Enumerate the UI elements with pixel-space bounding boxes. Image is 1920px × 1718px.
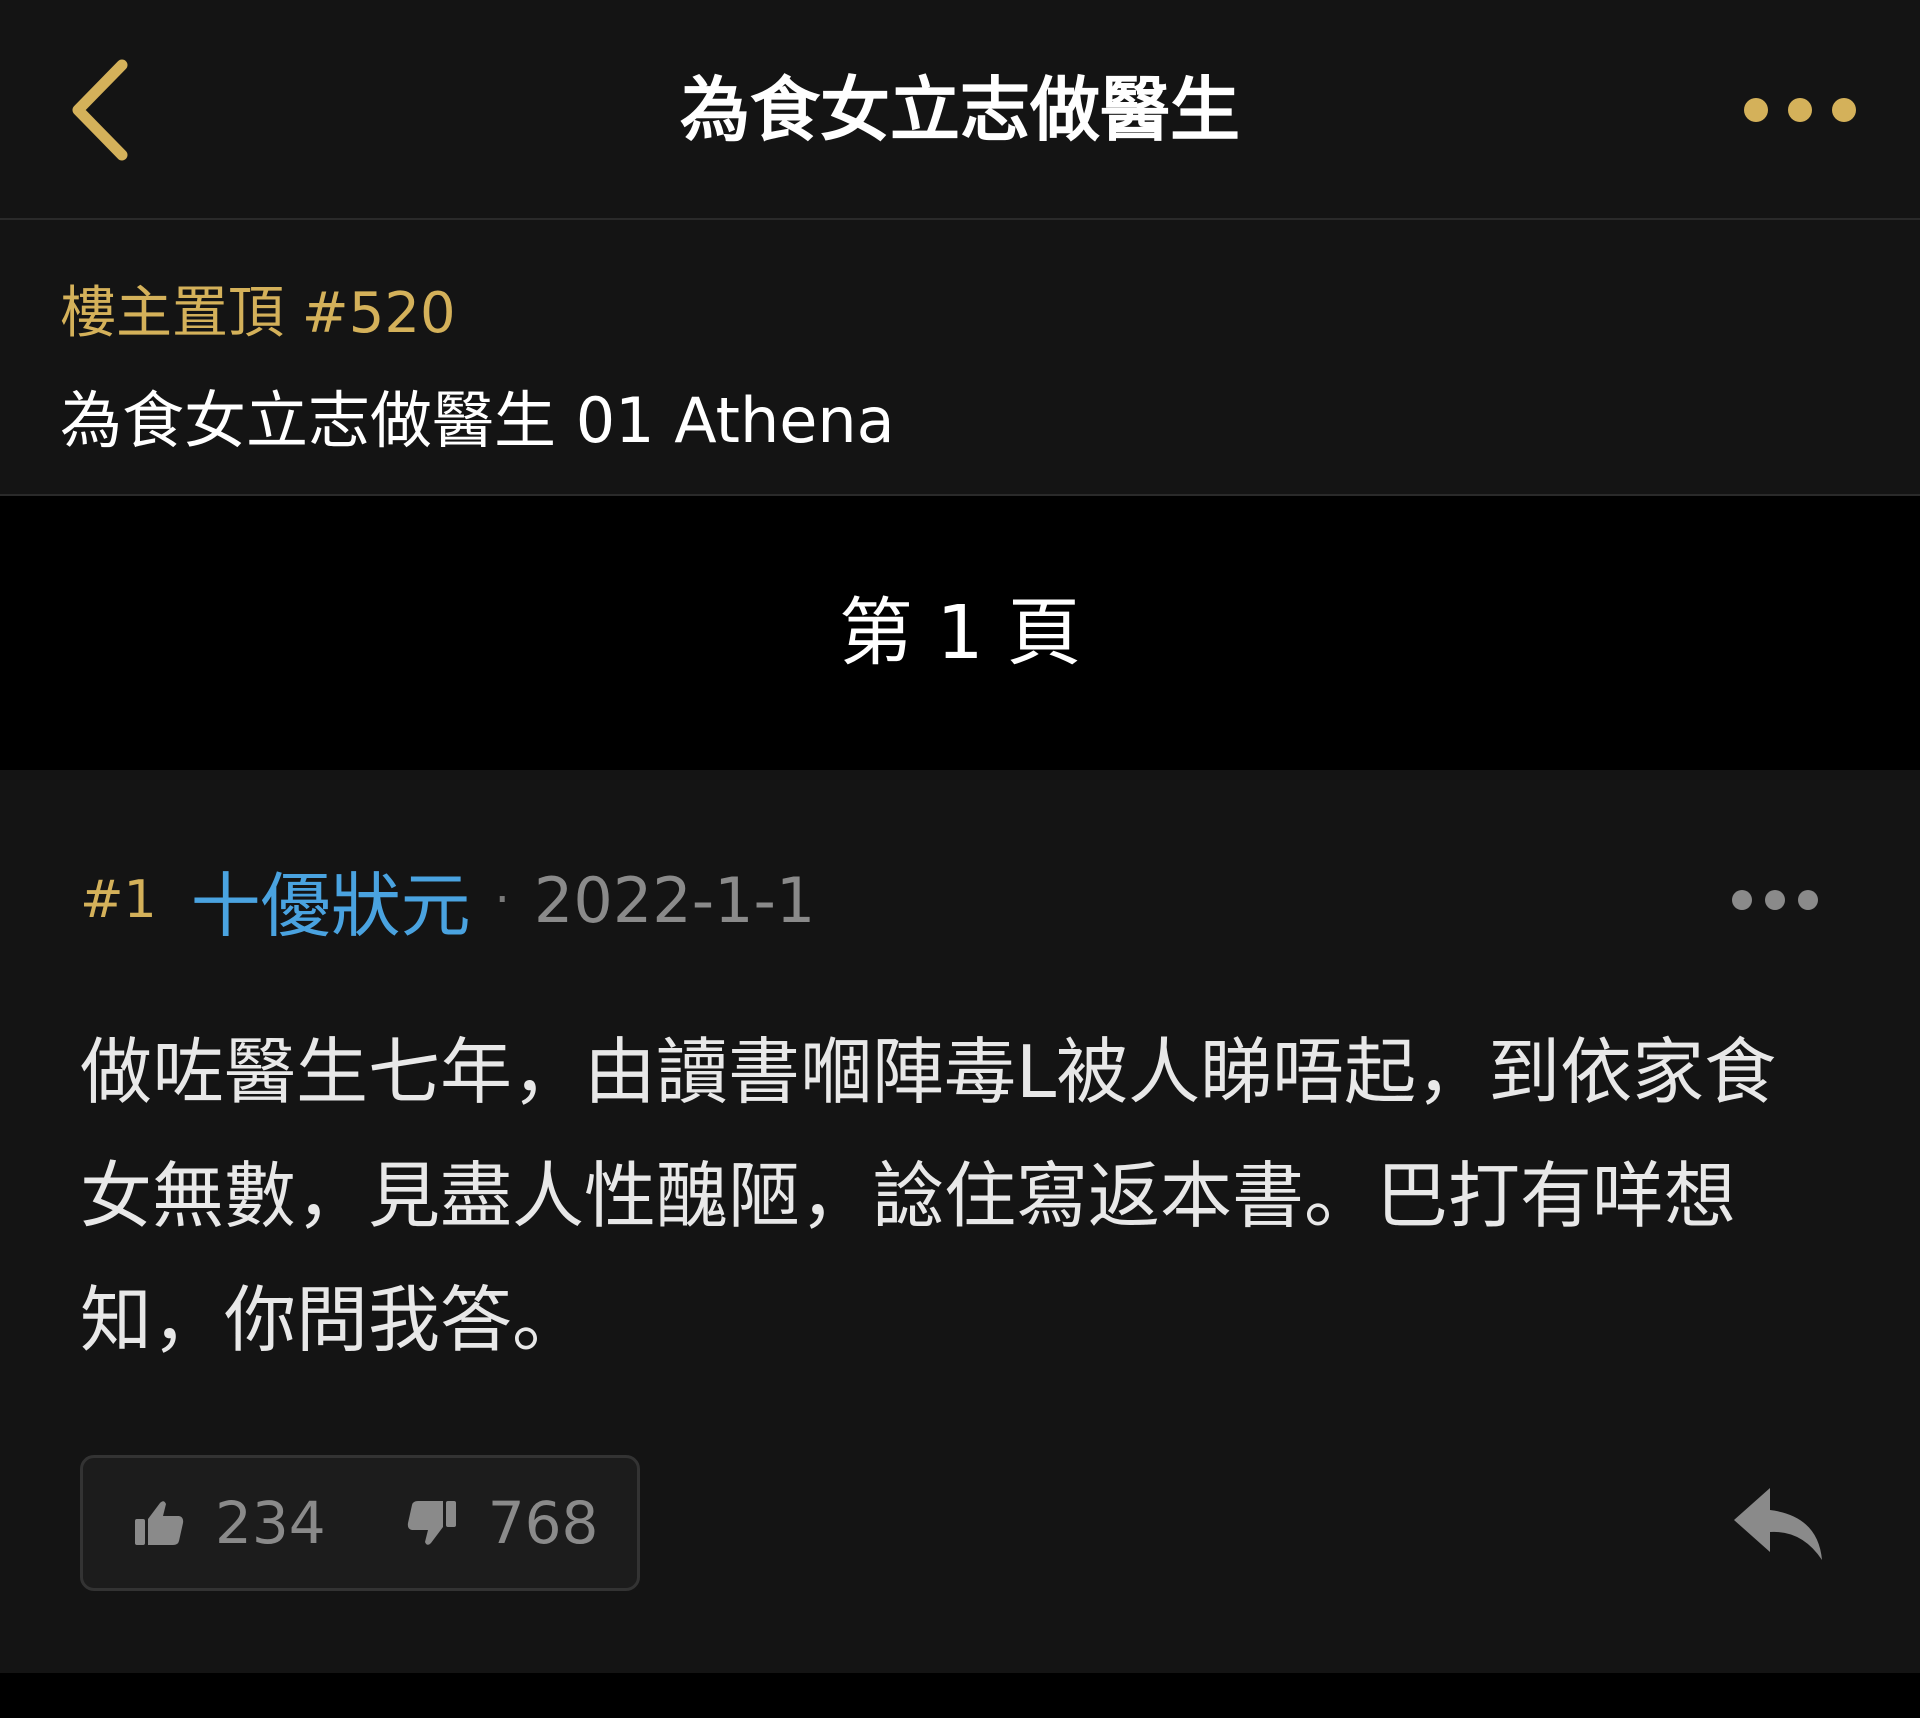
more-options-button[interactable]	[1740, 80, 1860, 140]
vote-box: 234 768	[80, 1455, 640, 1591]
post-meta: #1 十優狀元 · 2022-1-1	[80, 850, 815, 950]
upvote-button[interactable]: 234	[133, 1458, 326, 1588]
thread-title: 為食女立志做醫生	[680, 69, 1240, 151]
chevron-left-icon	[72, 59, 128, 161]
page-divider: 第 1 頁	[0, 496, 1920, 770]
more-dots-icon	[1732, 890, 1818, 910]
thumbs-down-icon	[407, 1501, 456, 1545]
upvote-count: 234	[215, 1489, 326, 1557]
reply-button[interactable]	[1730, 1480, 1830, 1570]
post-number: #1	[80, 870, 157, 930]
more-dots-icon	[1744, 98, 1856, 122]
post-body: 做咗醫生七年，由讀書嗰陣毒L被人睇唔起，到依家食女無數，見盡人性醜陋，諗住寫返本…	[80, 1030, 1777, 1362]
pinned-title: 為食女立志做醫生 01 Athena	[60, 384, 895, 457]
pinned-label: 樓主置頂 #520	[60, 281, 456, 346]
thread-screen: 為食女立志做醫生 樓主置頂 #520 為食女立志做醫生 01 Athena 第 …	[0, 0, 1920, 1718]
bottom-strip	[0, 1673, 1920, 1718]
downvote-count: 768	[487, 1489, 599, 1557]
post-item: #1 十優狀元 · 2022-1-1 做咗醫生七年，由讀書嗰陣毒L被人睇唔起，到…	[0, 770, 1920, 1673]
post-more-button[interactable]	[1730, 878, 1820, 922]
back-button[interactable]	[60, 50, 160, 170]
post-author[interactable]: 十優狀元	[191, 850, 471, 951]
top-navbar: 為食女立志做醫生	[0, 0, 1920, 220]
pinned-post-banner[interactable]: 樓主置頂 #520 為食女立志做醫生 01 Athena	[0, 220, 1920, 496]
reply-icon	[1734, 1488, 1822, 1560]
post-date: 2022-1-1	[533, 863, 816, 937]
thumbs-up-icon	[135, 1501, 184, 1545]
meta-separator: ·	[494, 872, 510, 928]
downvote-button[interactable]: 768	[406, 1458, 599, 1588]
